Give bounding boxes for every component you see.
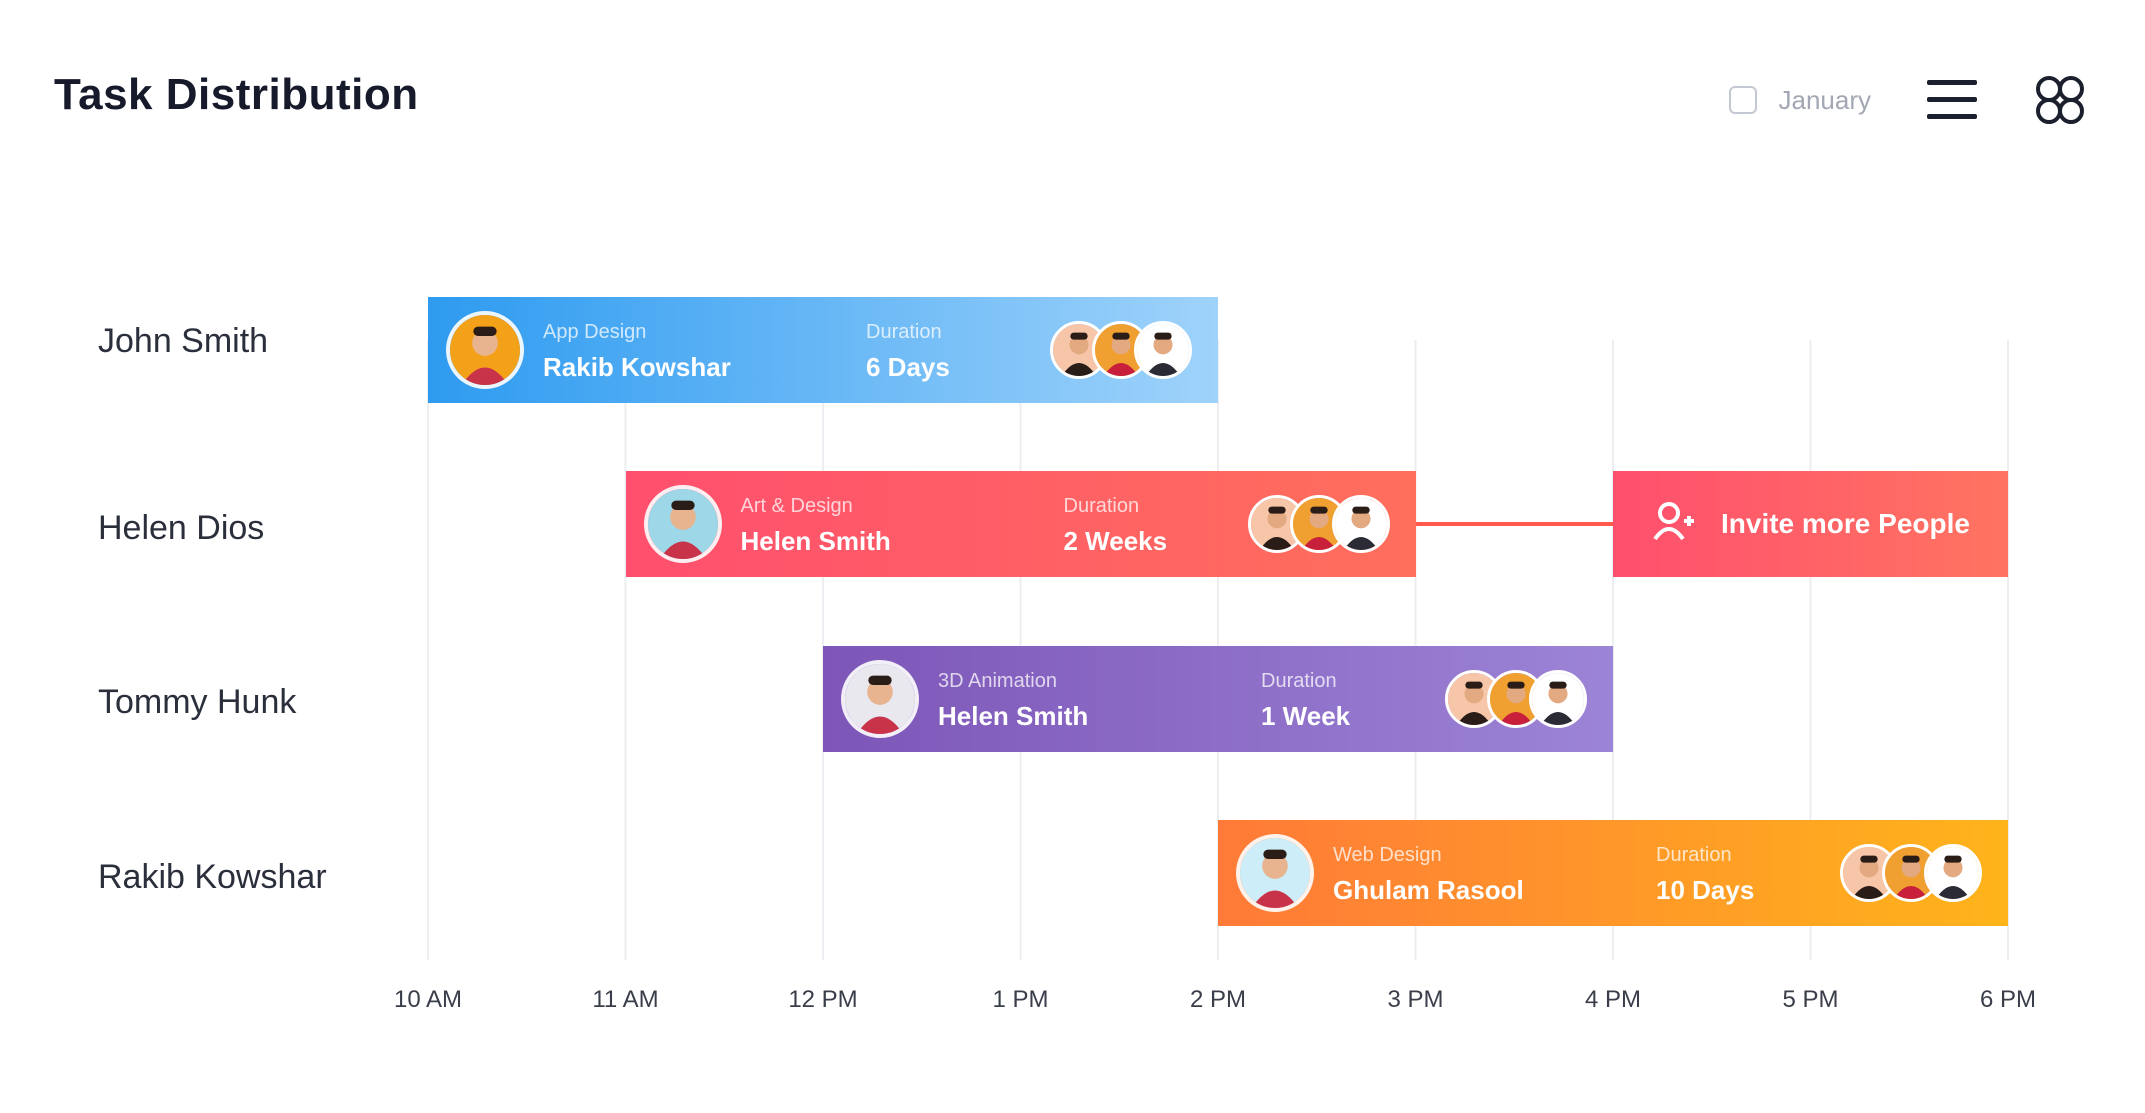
duration-value: 10 Days [1656, 875, 1755, 905]
task-owner: Ghulam Rasool [1333, 875, 1524, 905]
task-bar[interactable]: 3D Animation Helen Smith Duration 1 Week [823, 646, 1613, 752]
time-tick-label: 1 PM [992, 986, 1049, 1013]
task-duration: Duration 2 Weeks [1064, 495, 1168, 557]
avatar [841, 660, 919, 738]
invite-label: Invite more People [1721, 508, 1970, 539]
time-tick-label: 5 PM [1782, 986, 1839, 1013]
task-category: 3D Animation [938, 670, 1057, 692]
duration-label: Duration [1261, 670, 1337, 692]
task-info: Web Design Ghulam Rasool [1333, 844, 1524, 906]
task-category: App Design [543, 321, 647, 343]
task-duration: Duration 1 Week [1261, 670, 1350, 732]
team-avatars[interactable] [1445, 670, 1587, 728]
duration-value: 1 Week [1261, 701, 1351, 731]
avatar [643, 485, 722, 563]
task-category: Art & Design [740, 495, 853, 517]
time-tick-label: 3 PM [1387, 986, 1444, 1013]
time-tick-label: 12 PM [788, 986, 858, 1013]
team-member-avatar [1924, 844, 1982, 902]
avatar [1236, 834, 1314, 912]
add-user-icon [1651, 499, 1695, 550]
task-bar[interactable]: Art & Design Helen Smith Duration 2 Weeks [625, 471, 1416, 577]
team-avatars[interactable] [1840, 844, 1982, 902]
task-duration: Duration 6 Days [866, 321, 950, 383]
team-member-avatar [1134, 321, 1192, 379]
duration-value: 6 Days [866, 352, 950, 382]
duration-value: 2 Weeks [1063, 526, 1168, 556]
task-category: Web Design [1333, 844, 1442, 866]
task-owner: Helen Smith [938, 701, 1089, 731]
task-owner: Helen Smith [740, 526, 891, 556]
team-member-avatar [1331, 495, 1390, 553]
task-info: App Design Rakib Kowshar [543, 321, 731, 383]
team-avatars[interactable] [1050, 321, 1192, 379]
task-info: 3D Animation Helen Smith [938, 670, 1088, 732]
avatar [446, 311, 524, 389]
duration-label: Duration [1656, 844, 1732, 866]
time-tick-label: 2 PM [1189, 986, 1247, 1013]
duration-label: Duration [1063, 495, 1140, 517]
team-member-avatar [1529, 670, 1587, 728]
time-tick-label: 4 PM [1584, 986, 1642, 1013]
task-duration: Duration 10 Days [1656, 844, 1754, 906]
time-tick-label: 6 PM [1979, 986, 2037, 1013]
invite-more-people-button[interactable]: Invite more People [1613, 471, 2008, 577]
task-bar[interactable]: App Design Rakib Kowshar Duration 6 Days [428, 297, 1218, 403]
team-avatars[interactable] [1247, 495, 1390, 553]
task-bar[interactable]: Web Design Ghulam Rasool Duration 10 Days [1218, 820, 2008, 926]
task-owner: Rakib Kowshar [543, 352, 731, 382]
duration-label: Duration [866, 321, 942, 343]
time-tick-label: 11 AM [592, 986, 659, 1013]
time-tick-label: 10 AM [393, 986, 463, 1013]
task-info: Art & Design Helen Smith [741, 495, 891, 557]
